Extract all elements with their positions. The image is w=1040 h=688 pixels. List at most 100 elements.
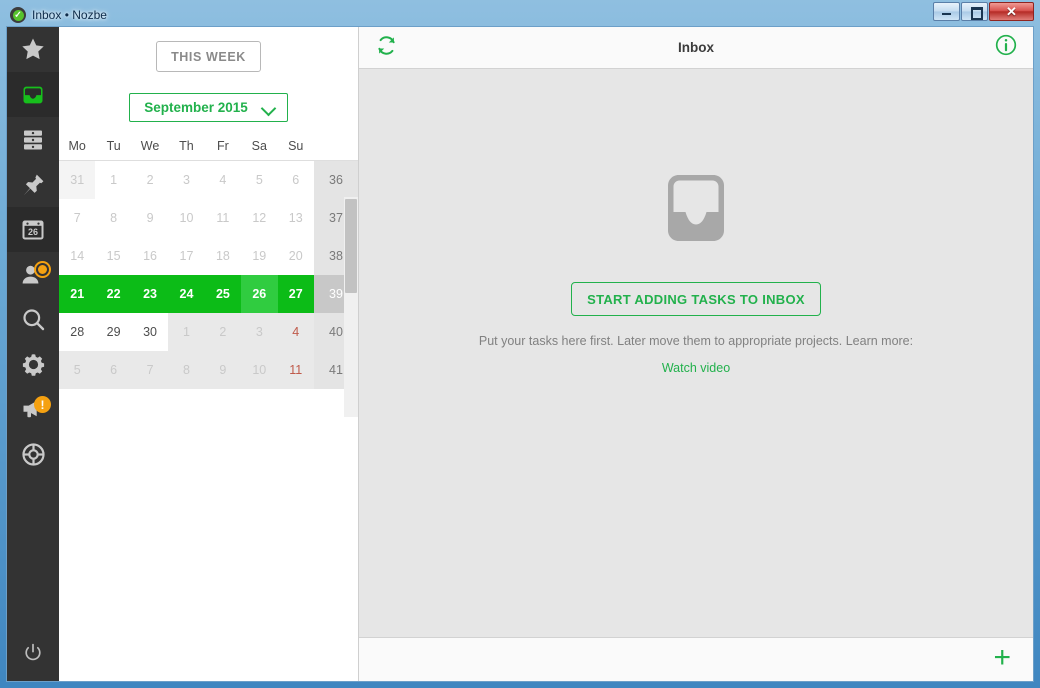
calendar-day-cell[interactable]: 3 <box>168 161 205 199</box>
calendar-day-cell[interactable]: 13 <box>277 199 314 237</box>
calendar-day-cell[interactable]: 29 <box>95 313 132 351</box>
month-row: September 2015 <box>59 72 358 122</box>
calendar-day-cell[interactable]: 11 <box>204 199 242 237</box>
window-controls: ✕ <box>933 2 1034 21</box>
calendar-day-cell[interactable]: 7 <box>131 351 169 389</box>
calendar-day-cell[interactable]: 9 <box>204 351 242 389</box>
sidebar-item-search[interactable] <box>7 297 59 342</box>
calendar-day-cell[interactable]: 6 <box>95 351 132 389</box>
search-icon <box>20 306 47 333</box>
calendar-day-cell[interactable]: 26 <box>241 275 278 313</box>
month-selector[interactable]: September 2015 <box>129 93 288 122</box>
sidebar-item-help[interactable] <box>7 432 59 477</box>
projects-icon <box>20 127 46 153</box>
sidebar-item-contacts[interactable] <box>7 252 59 297</box>
sidebar-item-projects[interactable] <box>7 117 59 162</box>
power-icon <box>23 643 43 663</box>
sidebar-item-priority[interactable] <box>7 27 59 72</box>
sync-button[interactable] <box>375 34 398 62</box>
calendar-week-row[interactable]: 28 29 30 1 2 3 4 40 <box>59 313 358 351</box>
calendar-day-cell[interactable]: 30 <box>131 313 169 351</box>
target-badge <box>34 261 51 278</box>
calendar-day-cell[interactable]: 8 <box>168 351 205 389</box>
calendar-day-cell[interactable]: 16 <box>131 237 169 275</box>
maximize-button[interactable] <box>961 2 988 21</box>
calendar-grid: 31 1 2 3 4 5 6 36 7 8 9 10 11 12 13 37 14 15 16 17 18 19 20 38 2… <box>59 161 358 389</box>
nozbe-check-icon: ✓ <box>10 7 26 23</box>
calendar-day-cell[interactable]: 23 <box>131 275 169 313</box>
calendar-week-row[interactable]: 5 6 7 8 9 10 11 41 <box>59 351 358 389</box>
close-icon: ✕ <box>1006 4 1017 19</box>
calendar-day-cell[interactable]: 6 <box>277 161 314 199</box>
calendar-day-cell[interactable]: 14 <box>59 237 96 275</box>
calendar-day-cell[interactable]: 4 <box>277 313 314 351</box>
this-week-button[interactable]: THIS WEEK <box>156 41 261 72</box>
main-panel: Inbox START ADDING TASKS TO INBOX Put yo… <box>359 27 1033 681</box>
client-area: 26 ! THIS WEEK September 2015 Mo Tu We T… <box>6 26 1034 682</box>
pin-icon <box>20 172 46 198</box>
calendar-day-cell[interactable]: 4 <box>204 161 242 199</box>
calendar-day-cell[interactable]: 22 <box>95 275 132 313</box>
calendar-day-cell[interactable]: 5 <box>59 351 96 389</box>
calendar-week-row[interactable]: 21 22 23 24 25 26 27 39 <box>59 275 358 313</box>
calendar-day-cell[interactable]: 31 <box>59 161 96 199</box>
calendar-day-cell[interactable]: 2 <box>204 313 242 351</box>
calendar-day-cell[interactable]: 27 <box>277 275 314 313</box>
watch-video-link[interactable]: Watch video <box>662 361 730 375</box>
calendar-day-cell[interactable]: 10 <box>241 351 278 389</box>
calendar-scrollbar[interactable] <box>344 197 358 417</box>
calendar-scrollbar-thumb[interactable] <box>345 199 357 293</box>
calendar-icon: 26 <box>20 217 46 242</box>
calendar-day-cell[interactable]: 2 <box>131 161 169 199</box>
calendar-day-cell[interactable]: 28 <box>59 313 96 351</box>
weekday-header: Tu <box>106 139 121 153</box>
svg-text:26: 26 <box>28 227 38 237</box>
minimize-button[interactable] <box>933 2 960 21</box>
calendar-pane: THIS WEEK September 2015 Mo Tu We Th Fr Sa Su … <box>59 27 359 681</box>
calendar-day-cell[interactable]: 1 <box>95 161 132 199</box>
add-task-button[interactable]: + <box>993 642 1011 673</box>
sidebar-item-labels[interactable] <box>7 162 59 207</box>
calendar-day-cell[interactable]: 3 <box>241 313 278 351</box>
sidebar-rail: 26 ! <box>7 27 59 681</box>
calendar-day-cell[interactable]: 11 <box>277 351 314 389</box>
calendar-day-cell[interactable]: 21 <box>59 275 96 313</box>
inbox-tray-illustration <box>651 167 741 254</box>
calendar-day-cell[interactable]: 15 <box>95 237 132 275</box>
close-button[interactable]: ✕ <box>989 2 1034 21</box>
sidebar-item-settings[interactable] <box>7 342 59 387</box>
calendar-day-cell[interactable]: 17 <box>168 237 205 275</box>
calendar-day-cell[interactable]: 5 <box>241 161 278 199</box>
main-footer: + <box>359 637 1033 681</box>
minimize-icon <box>941 7 952 16</box>
calendar-day-cell[interactable]: 12 <box>241 199 278 237</box>
calendar-day-cell[interactable]: 24 <box>168 275 205 313</box>
calendar-week-row[interactable]: 14 15 16 17 18 19 20 38 <box>59 237 358 275</box>
gear-icon <box>20 351 47 378</box>
weekday-header: Mo <box>68 139 86 153</box>
this-week-row: THIS WEEK <box>59 27 358 72</box>
calendar-week-row[interactable]: 31 1 2 3 4 5 6 36 <box>59 161 358 199</box>
calendar-day-cell[interactable]: 1 <box>168 313 205 351</box>
sidebar-item-logout[interactable] <box>7 625 59 681</box>
weekday-header-row: Mo Tu We Th Fr Sa Su <box>59 139 358 161</box>
calendar-day-cell[interactable]: 9 <box>131 199 169 237</box>
calendar-day-cell[interactable]: 8 <box>95 199 132 237</box>
refresh-icon <box>375 34 398 62</box>
info-icon <box>995 34 1017 61</box>
calendar-week-number[interactable]: 36 <box>313 161 358 199</box>
sidebar-item-calendar[interactable]: 26 <box>7 207 59 252</box>
start-adding-tasks-button[interactable]: START ADDING TASKS TO INBOX <box>571 282 821 316</box>
calendar-day-cell[interactable]: 18 <box>204 237 242 275</box>
calendar-day-cell[interactable]: 19 <box>241 237 278 275</box>
sidebar-item-inbox[interactable] <box>7 72 59 117</box>
app-window: ✓ Inbox • Nozbe ✕ 26 ! THIS WEEK Septemb… <box>0 0 1040 688</box>
sidebar-item-news[interactable]: ! <box>7 387 59 432</box>
info-button[interactable] <box>995 34 1017 61</box>
calendar-day-cell[interactable]: 10 <box>168 199 205 237</box>
calendar-week-row[interactable]: 7 8 9 10 11 12 13 37 <box>59 199 358 237</box>
calendar-day-cell[interactable]: 25 <box>204 275 242 313</box>
calendar-day-cell[interactable]: 20 <box>277 237 314 275</box>
calendar-day-cell[interactable]: 7 <box>59 199 96 237</box>
